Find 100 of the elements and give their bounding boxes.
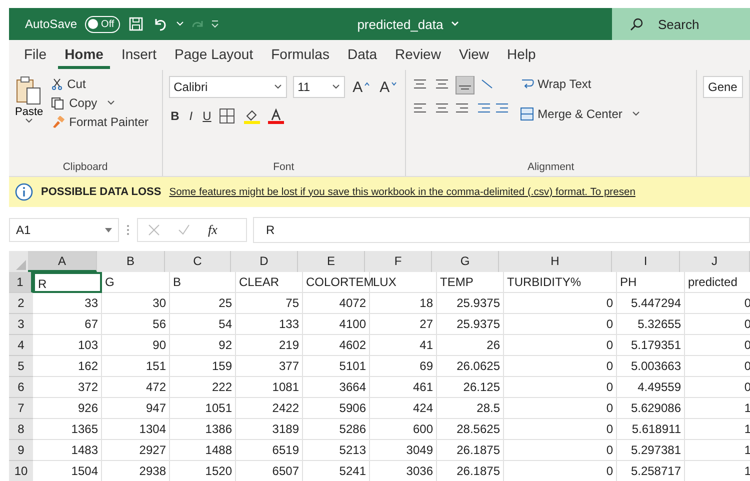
menu-tab[interactable]: Review (388, 42, 448, 68)
wrap-icon (520, 77, 534, 91)
column-header[interactable]: C (165, 251, 231, 272)
table-cell: 26 (437, 335, 504, 356)
table-cell: 1504 (33, 461, 102, 481)
font-name-field[interactable]: Calibri (168, 76, 287, 98)
table-cell: 5.258717 (617, 461, 685, 481)
table-cell: 1520 (170, 461, 236, 481)
table-cell: 372 (33, 377, 102, 398)
table-cell: 69 (370, 356, 437, 377)
table-cell: 0 (504, 440, 617, 461)
menu-tab[interactable]: File (17, 42, 54, 68)
fill-color-icon[interactable] (243, 108, 262, 124)
table-cell: 424 (370, 398, 437, 419)
table-cell: 1 (685, 461, 750, 481)
font-size-field[interactable]: 11 (292, 76, 345, 98)
up-caret-icon (364, 82, 370, 86)
copy-icon (51, 96, 66, 110)
column-header[interactable]: B (97, 251, 165, 272)
info-link[interactable]: Some features might be lost if you save this workbook in the comma-delimited (.csv) format. To presen (169, 186, 636, 198)
table-cell: 54 (170, 314, 236, 335)
row-header[interactable]: 3 (9, 314, 33, 335)
column-header[interactable]: D (231, 251, 298, 272)
table-cell: 3036 (370, 461, 437, 481)
formula-field[interactable]: R (253, 217, 750, 243)
customize-icon[interactable] (211, 20, 220, 28)
table-cell: 5.003663 (617, 356, 685, 377)
table-cell: 26.1875 (437, 461, 504, 481)
table-cell: 75 (236, 293, 303, 314)
row-header[interactable]: 7 (9, 398, 33, 419)
table-cell: 5.629086 (617, 398, 685, 419)
table-cell: 26.125 (437, 377, 504, 398)
row-header[interactable]: 8 (9, 419, 33, 440)
row-header[interactable]: 2 (9, 293, 33, 314)
table-cell: 6519 (236, 440, 303, 461)
row-header[interactable]: 4 (9, 335, 33, 356)
column-header[interactable]: G (432, 251, 499, 272)
column-header[interactable]: A (28, 251, 97, 272)
menu-tab[interactable]: Data (340, 42, 384, 68)
copy-button[interactable]: Copy (49, 95, 150, 111)
row-header[interactable]: 5 (9, 356, 33, 377)
paste-button[interactable]: Paste (15, 76, 44, 130)
merge-icon (520, 107, 534, 121)
menu-tab[interactable]: Insert (114, 42, 164, 68)
column-header[interactable]: J (680, 251, 750, 272)
column-header[interactable]: F (365, 251, 432, 272)
bold-button[interactable]: B (168, 108, 182, 124)
table-cell: 5241 (303, 461, 370, 481)
insert-function-button[interactable]: fx (208, 222, 218, 238)
merge-center-button[interactable]: Merge & Center (518, 106, 642, 122)
table-cell: 219 (236, 335, 303, 356)
row-header[interactable]: 10 (9, 461, 33, 481)
menu-tab[interactable]: View (452, 42, 496, 68)
file-name[interactable]: predicted_data (357, 16, 444, 32)
row-header[interactable]: 6 (9, 377, 33, 398)
borders-icon[interactable] (219, 108, 238, 124)
menu-tab[interactable]: Page Layout (167, 42, 260, 68)
table-cell: 926 (33, 398, 102, 419)
table-cell: 1304 (102, 419, 170, 440)
group-label: Clipboard (62, 161, 109, 173)
cut-button[interactable]: Cut (49, 76, 150, 92)
save-icon[interactable] (128, 16, 144, 32)
decrease-font-button[interactable]: A (378, 78, 399, 96)
name-box[interactable]: A1 (9, 218, 119, 242)
table-cell: 28.5625 (437, 419, 504, 440)
number-format-field[interactable]: Gene (703, 76, 743, 98)
table-cell: 5286 (303, 419, 370, 440)
wrap-text-button[interactable]: Wrap Text (518, 76, 642, 92)
caret-icon[interactable] (105, 228, 112, 232)
table-cell: 41 (370, 335, 437, 356)
table-cell: 6507 (236, 461, 303, 481)
table-cell: 1051 (170, 398, 236, 419)
autosave-toggle[interactable]: Off (85, 16, 120, 32)
table-cell: 472 (102, 377, 170, 398)
column-header[interactable]: I (612, 251, 680, 272)
table-cell: 3664 (303, 377, 370, 398)
table-cell: 5.179351 (617, 335, 685, 356)
format-painter-button[interactable]: Format Painter (49, 114, 150, 130)
font-color-icon[interactable] (267, 108, 286, 124)
table-cell: 103 (33, 335, 102, 356)
menu-tab[interactable]: Help (500, 42, 543, 68)
caret-icon[interactable] (274, 84, 282, 90)
table-cell: 133 (236, 314, 303, 335)
caret-icon[interactable] (332, 84, 340, 90)
row-header[interactable]: 9 (9, 440, 33, 461)
search-field[interactable]: Search (656, 16, 740, 32)
table-cell: 25 (170, 293, 236, 314)
underline-button[interactable]: U (200, 108, 214, 124)
increase-font-button[interactable]: A (350, 78, 372, 96)
table-cell: PH (617, 272, 685, 293)
italic-button[interactable]: I (187, 108, 195, 124)
table-cell: R (33, 272, 102, 293)
menu-tab[interactable]: Formulas (264, 42, 336, 68)
row-header[interactable]: 1 (9, 272, 33, 293)
table-cell: 0 (504, 419, 617, 440)
column-header[interactable]: E (298, 251, 365, 272)
search-box[interactable]: Search (612, 8, 750, 40)
column-header[interactable]: H (499, 251, 612, 272)
table-cell: 26.1875 (437, 440, 504, 461)
table-cell: 1 (685, 419, 750, 440)
